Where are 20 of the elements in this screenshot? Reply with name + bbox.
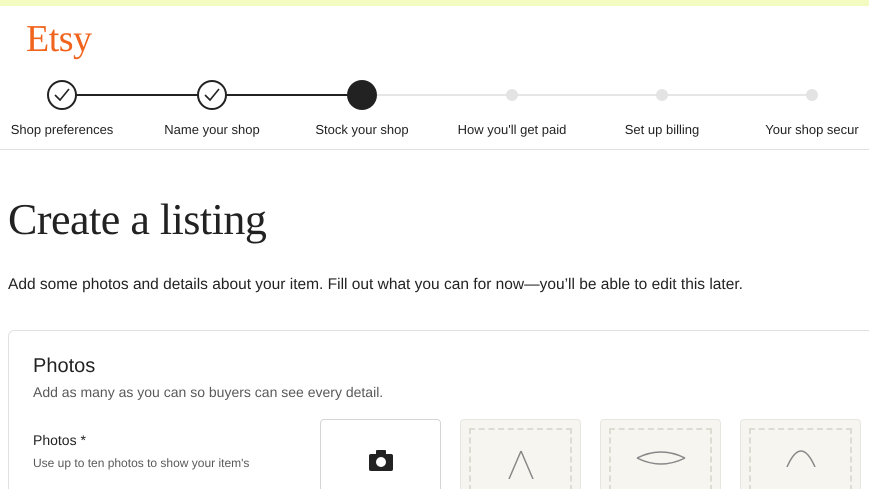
field-label: Photos * bbox=[33, 432, 87, 448]
item-outline-icon bbox=[636, 450, 686, 466]
step-label: Name your shop bbox=[164, 122, 260, 137]
step-label: Your shop secur bbox=[765, 122, 859, 137]
step-label: Shop preferences bbox=[10, 122, 114, 137]
check-icon bbox=[204, 88, 220, 102]
etsy-logo[interactable]: Etsy bbox=[26, 18, 92, 60]
section-heading: Photos bbox=[33, 354, 96, 379]
check-icon bbox=[54, 88, 70, 102]
page-subtitle: Add some photos and details about your item. Fill out what you can for now—you’ll be able to edit this later. bbox=[8, 275, 744, 295]
step-label: Stock your shop bbox=[315, 122, 409, 137]
page-title: Create a listing bbox=[8, 194, 268, 246]
step-label: How you'll get paid bbox=[458, 122, 566, 137]
item-outline-icon bbox=[508, 450, 534, 479]
field-help: Use up to ten photos to show your item's bbox=[33, 456, 250, 470]
section-description: Add as many as you can so buyers can see every detail. bbox=[33, 383, 384, 401]
photo-upload-button[interactable] bbox=[320, 419, 441, 489]
camera-icon bbox=[368, 450, 394, 472]
step-label: Set up billing bbox=[624, 122, 700, 137]
item-outline-icon bbox=[786, 450, 816, 467]
